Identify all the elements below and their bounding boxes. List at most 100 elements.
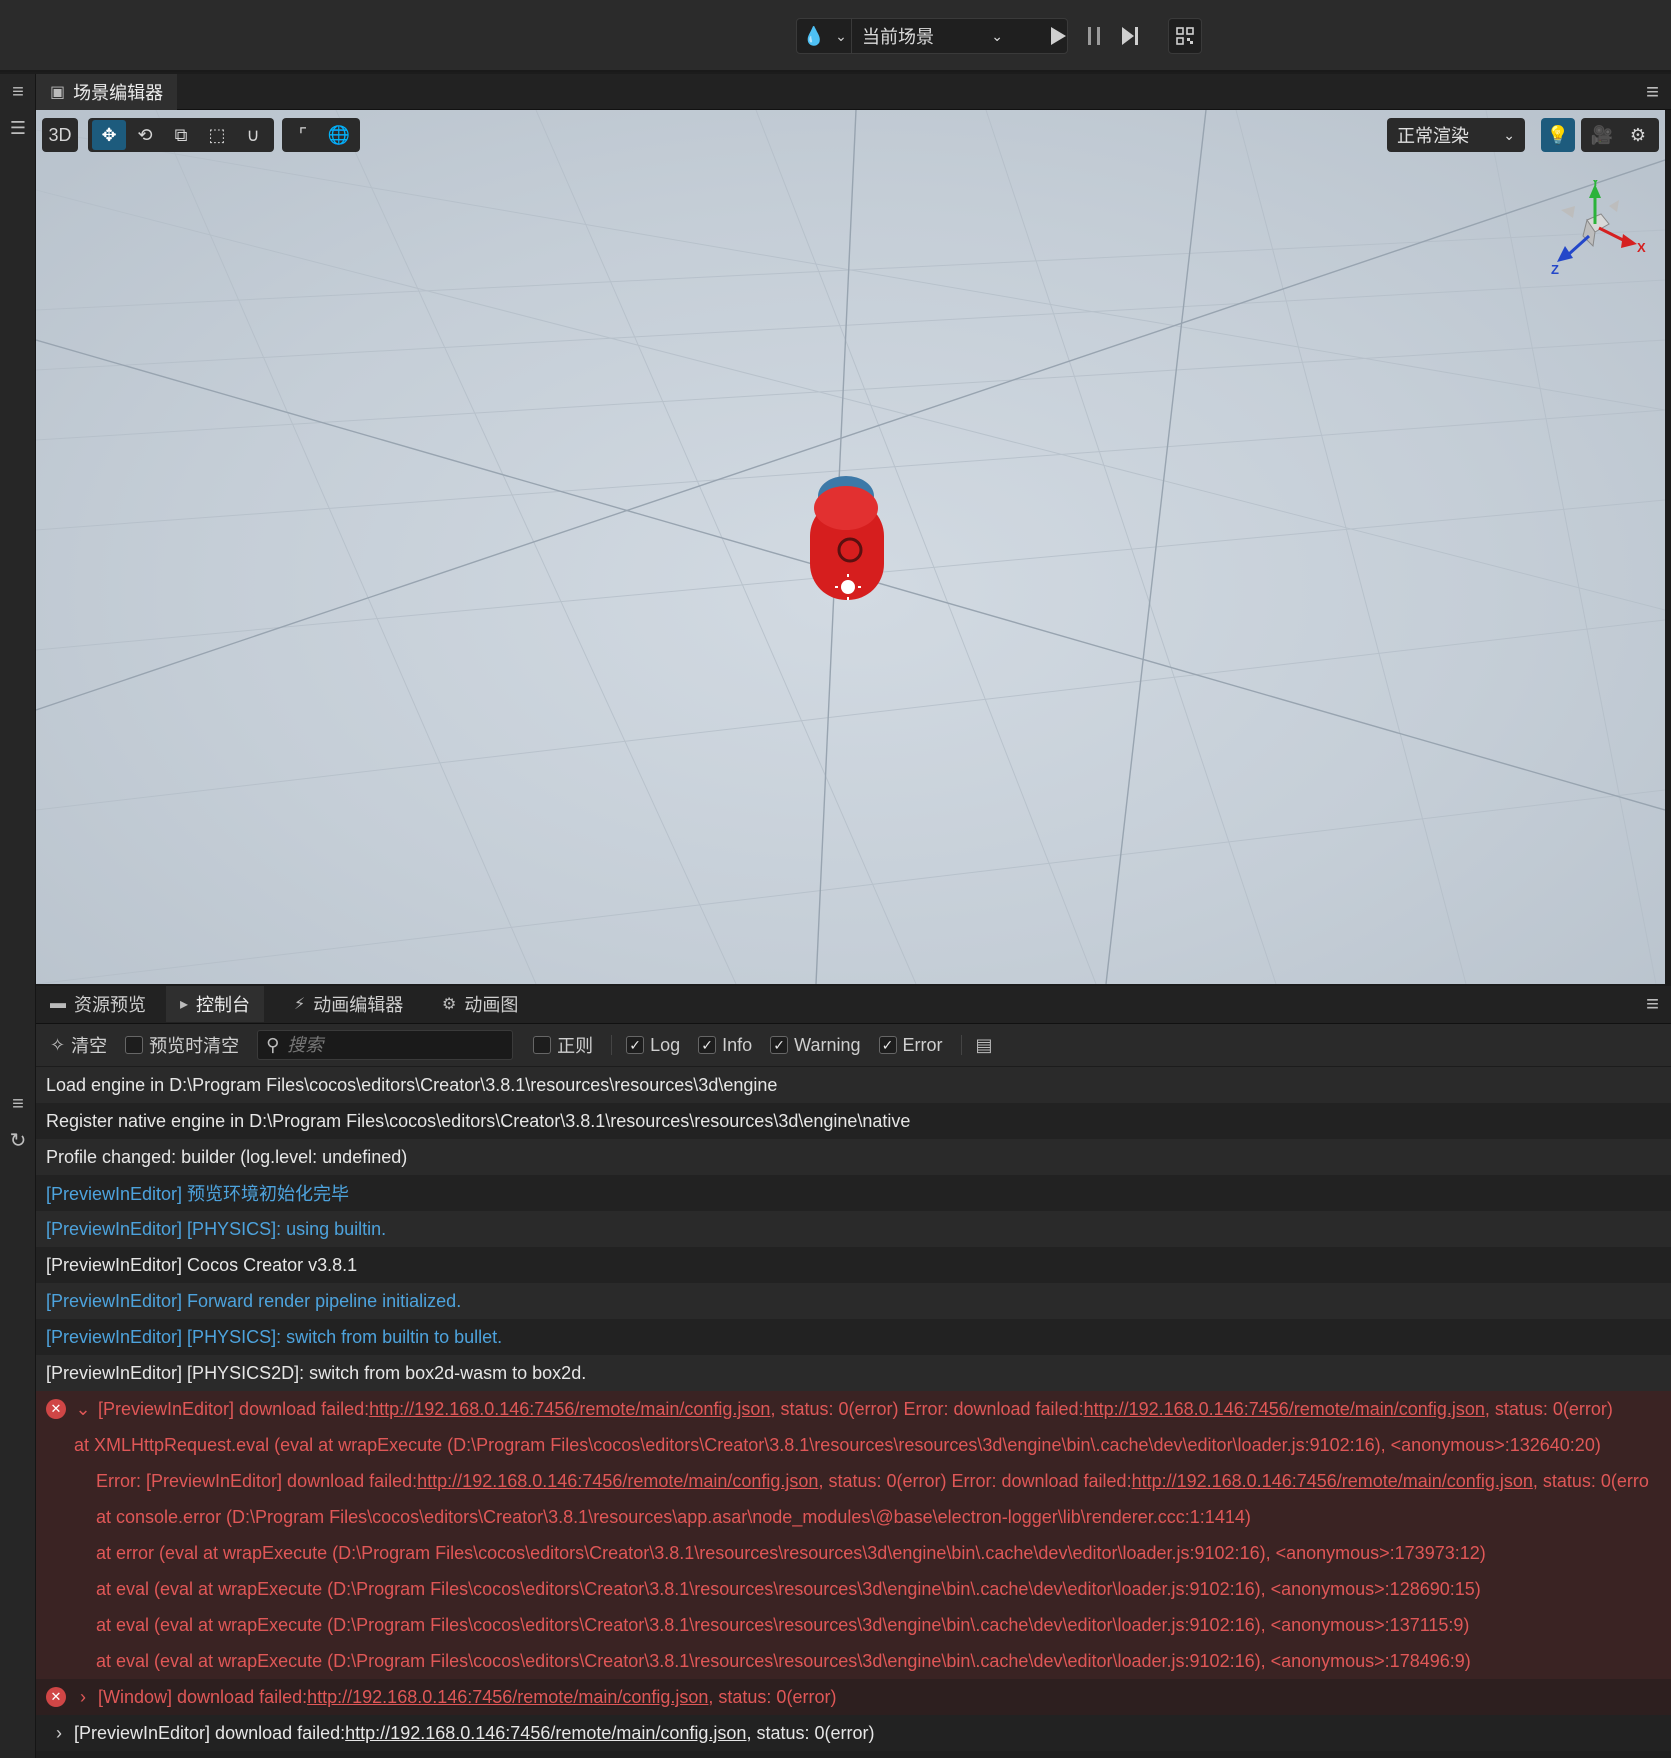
- capsule-object[interactable]: [806, 470, 890, 620]
- axis-label-z: Z: [1551, 262, 1559, 277]
- search-icon: ⚲: [266, 1034, 280, 1055]
- move-tool-button[interactable]: ✥: [92, 120, 126, 150]
- image-icon: ▣: [50, 84, 66, 101]
- error-log-row[interactable]: ✕ ⌄ [PreviewInEditor] download failed: h…: [36, 1391, 1671, 1427]
- camera-icon: 🎥: [1590, 124, 1614, 145]
- checkbox-unchecked[interactable]: [125, 1036, 144, 1054]
- hierarchy-list-icon[interactable]: ☰: [0, 110, 36, 146]
- search-box[interactable]: ⚲: [257, 1030, 514, 1060]
- view-mode-3d-button[interactable]: 3D: [42, 118, 78, 152]
- chevron-right-icon[interactable]: ›: [50, 1723, 68, 1744]
- info-filter-checkbox[interactable]: ✓ Info: [698, 1035, 752, 1056]
- log-row[interactable]: [PreviewInEditor] [PHYSICS]: switch from…: [36, 1319, 1671, 1355]
- camera-button[interactable]: 🎥: [1585, 120, 1619, 150]
- search-input[interactable]: [287, 1034, 488, 1056]
- config-url-link[interactable]: http://192.168.0.146:7456/remote/main/co…: [307, 1687, 708, 1708]
- log-text: [PreviewInEditor] download failed:: [74, 1722, 346, 1743]
- step-button[interactable]: [1112, 26, 1148, 46]
- tab-asset-preview[interactable]: ▬ 资源预览: [36, 986, 160, 1022]
- divider: [611, 1035, 613, 1055]
- snap-tool-button[interactable]: ∪: [236, 120, 270, 150]
- hamburger-menu-icon[interactable]: ≡: [1646, 986, 1659, 1022]
- config-url-link[interactable]: http://192.168.0.146:7456/remote/main/co…: [1084, 1399, 1485, 1420]
- chevron-down-icon[interactable]: ⌄: [831, 28, 851, 45]
- globe-icon: 🌐: [327, 124, 351, 145]
- config-url-link[interactable]: http://192.168.0.146:7456/remote/main/co…: [369, 1399, 770, 1420]
- render-mode-select[interactable]: 正常渲染 ⌄: [1387, 118, 1525, 152]
- log-text: [PreviewInEditor] Forward render pipelin…: [46, 1290, 462, 1311]
- config-url-link[interactable]: http://192.168.0.146:7456/remote/main/co…: [417, 1471, 818, 1492]
- config-url-link[interactable]: http://192.168.0.146:7456/remote/main/co…: [345, 1723, 746, 1744]
- axis-gizmo[interactable]: Y X Z: [1539, 180, 1649, 280]
- settings-button[interactable]: ⚙: [1621, 120, 1655, 150]
- log-text: , status: 0(error): [746, 1722, 875, 1743]
- scene-viewport[interactable]: 3D ✥ ⟲ ⧉ ⬚ ∪ ⌜ 🌐 正常渲染 ⌄ 💡 🎥 ⚙ Y X Z: [36, 110, 1665, 984]
- graph-icon: ⚙: [442, 996, 457, 1013]
- hamburger-menu-icon[interactable]: ≡: [1646, 74, 1659, 110]
- tab-label: 资源预览: [74, 995, 146, 1015]
- chevron-down-icon[interactable]: ⌄: [74, 1399, 92, 1420]
- checkbox-checked[interactable]: ✓: [878, 1036, 897, 1054]
- log-row[interactable]: Profile changed: builder (log.level: und…: [36, 1139, 1671, 1175]
- checkbox-unchecked[interactable]: [533, 1036, 552, 1054]
- clear-label: 清空: [71, 1036, 108, 1056]
- stack-trace-row: at eval (eval at wrapExecute (D:\Program…: [36, 1607, 1671, 1643]
- clear-button[interactable]: ✧ 清空: [50, 1032, 107, 1058]
- log-row[interactable]: Load engine in D:\Program Files\cocos\ed…: [36, 1067, 1671, 1103]
- warning-filter-checkbox[interactable]: ✓ Warning: [770, 1034, 861, 1056]
- scale-tool-button[interactable]: ⧉: [164, 120, 198, 150]
- log-text: Error: [PreviewInEditor] download failed…: [96, 1470, 418, 1491]
- view-mode-label: 3D: [48, 124, 72, 145]
- log-row[interactable]: › [PreviewInEditor] download failed: htt…: [36, 1715, 1671, 1751]
- checkbox-checked[interactable]: ✓: [626, 1036, 645, 1054]
- chevron-right-icon[interactable]: ›: [74, 1687, 92, 1708]
- config-url-link[interactable]: http://192.168.0.146:7456/remote/main/co…: [1132, 1471, 1533, 1492]
- stack-trace-row: Error: [PreviewInEditor] download failed…: [36, 1463, 1671, 1499]
- chevron-down-icon: ⌄: [1503, 126, 1515, 143]
- qrcode-button[interactable]: [1168, 18, 1202, 54]
- tab-scene-editor[interactable]: ▣ 场景编辑器: [36, 74, 178, 110]
- lighting-toggle-button[interactable]: 💡: [1541, 118, 1575, 152]
- error-log-row[interactable]: ✕ › [Window] download failed: http://192…: [36, 1679, 1671, 1715]
- play-button[interactable]: [1040, 26, 1076, 46]
- clear-on-preview-checkbox[interactable]: 预览时清空: [125, 1032, 239, 1058]
- hamburger-menu-icon[interactable]: ≡: [0, 1086, 36, 1122]
- checkbox-checked[interactable]: ✓: [770, 1036, 789, 1054]
- log-row[interactable]: [PreviewInEditor] [PHYSICS2D]: switch fr…: [36, 1355, 1671, 1391]
- console-panel-header: ▬ 资源预览 ▸ 控制台 ⚡ 动画编辑器 ⚙ 动画图 ≡: [36, 986, 1671, 1024]
- rect-tool-button[interactable]: ⬚: [200, 120, 234, 150]
- log-row[interactable]: [PreviewInEditor] Forward render pipelin…: [36, 1283, 1671, 1319]
- left-panel-strip: ≡ ☰ ≡ ↻: [0, 74, 36, 1758]
- render-mode-label: 正常渲染: [1397, 126, 1469, 146]
- checkbox-checked[interactable]: ✓: [698, 1036, 717, 1054]
- open-log-file-button[interactable]: ▤: [976, 1035, 993, 1056]
- scene-panel-header: ▣ 场景编辑器 ≡: [36, 74, 1671, 110]
- preview-platform-button[interactable]: 💧: [797, 26, 831, 47]
- coordinate-button[interactable]: 🌐: [322, 120, 356, 150]
- tab-label: 动画图: [464, 995, 519, 1015]
- hamburger-menu-icon[interactable]: ≡: [0, 74, 36, 110]
- rotate-tool-button[interactable]: ⟲: [128, 120, 162, 150]
- axis-label-x: X: [1637, 240, 1646, 255]
- log-filter-checkbox[interactable]: ✓ Log: [626, 1035, 680, 1056]
- log-row[interactable]: [PreviewInEditor] [PHYSICS]: using built…: [36, 1211, 1671, 1247]
- tab-console[interactable]: ▸ 控制台: [166, 986, 265, 1022]
- scene-select[interactable]: 当前场景 ⌄: [851, 19, 1013, 53]
- pivot-button[interactable]: ⌜: [286, 120, 320, 150]
- console-log-list[interactable]: Load engine in D:\Program Files\cocos\ed…: [36, 1067, 1671, 1758]
- stack-text: at error (eval at wrapExecute (D:\Progra…: [96, 1542, 1486, 1563]
- tab-label: 控制台: [196, 995, 251, 1015]
- log-row[interactable]: [PreviewInEditor] 预览环境初始化完毕: [36, 1175, 1671, 1211]
- refresh-icon[interactable]: ↻: [0, 1122, 36, 1158]
- tab-animation-editor[interactable]: ⚡ 动画编辑器: [280, 986, 417, 1022]
- log-text: [PreviewInEditor] [PHYSICS]: switch from…: [46, 1326, 503, 1347]
- console-toolbar: ✧ 清空 预览时清空 ⚲ 正则 ✓ Log ✓ Info ✓ Warning ✓…: [36, 1024, 1671, 1066]
- pause-button[interactable]: [1076, 26, 1112, 46]
- regex-checkbox[interactable]: 正则: [533, 1032, 593, 1058]
- warning-filter-label: Warning: [794, 1034, 861, 1055]
- log-row[interactable]: Register native engine in D:\Program Fil…: [36, 1103, 1671, 1139]
- error-filter-checkbox[interactable]: ✓ Error: [878, 1035, 943, 1056]
- log-row[interactable]: [PreviewInEditor] Cocos Creator v3.8.1: [36, 1247, 1671, 1283]
- stack-text: at console.error (D:\Program Files\cocos…: [96, 1506, 1251, 1527]
- tab-animation-graph[interactable]: ⚙ 动画图: [428, 986, 532, 1022]
